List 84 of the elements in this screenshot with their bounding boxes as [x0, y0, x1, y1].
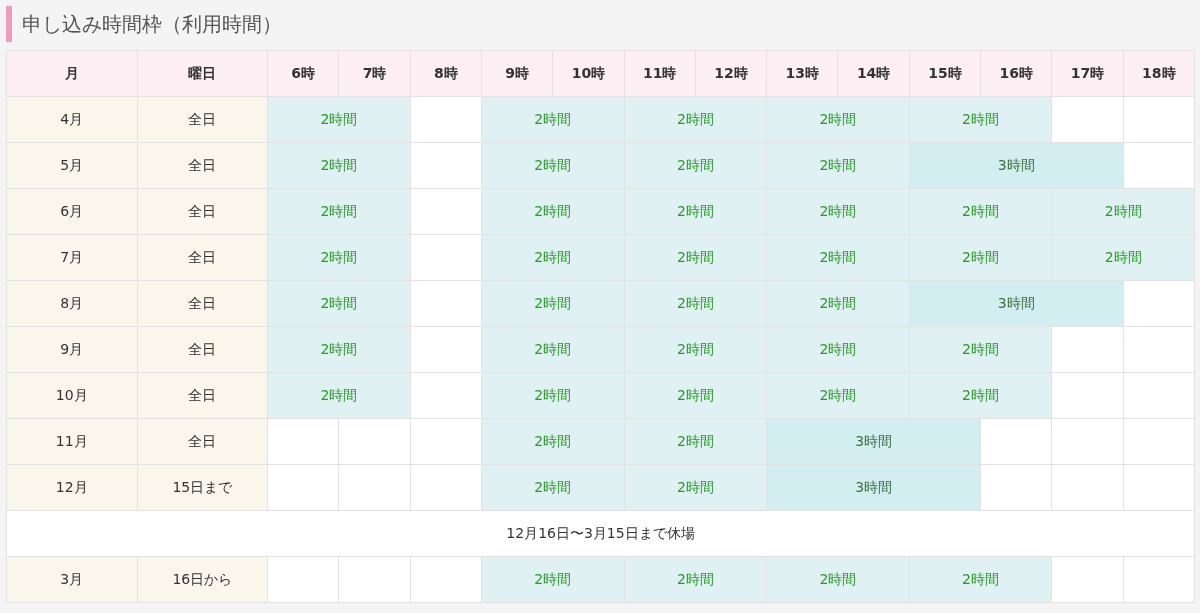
column-header: 曜日 [137, 50, 268, 97]
month-cell: 4月 [6, 96, 138, 143]
time-slot-cell: 2時間 [481, 326, 625, 373]
time-slot-cell: 2時間 [766, 96, 910, 143]
column-header: 16時 [980, 50, 1052, 97]
month-cell: 7月 [6, 234, 138, 281]
time-slot-cell: 2時間 [481, 234, 625, 281]
day-cell: 16日から [137, 556, 268, 603]
column-header: 13時 [766, 50, 838, 97]
time-slot-cell: 2時間 [909, 372, 1052, 419]
time-slot-cell: 2時間 [909, 326, 1052, 373]
time-slot-cell: 2時間 [481, 188, 625, 235]
time-slot-cell: 2時間 [1051, 188, 1195, 235]
day-cell: 全日 [137, 188, 268, 235]
time-slot-cell: 2時間 [624, 326, 767, 373]
column-header: 月 [6, 50, 138, 97]
column-header: 14時 [837, 50, 910, 97]
month-cell: 3月 [6, 556, 138, 603]
time-slot-cell: 3時間 [909, 280, 1124, 327]
time-slot-cell: 2時間 [624, 142, 767, 189]
time-slot-cell: 2時間 [624, 418, 767, 465]
column-header: 9時 [481, 50, 553, 97]
month-cell: 5月 [6, 142, 138, 189]
time-slot-cell: 2時間 [267, 142, 411, 189]
time-slot-cell: 2時間 [909, 188, 1052, 235]
time-slot-cell: 2時間 [909, 234, 1052, 281]
time-slot-cell: 2時間 [766, 556, 910, 603]
day-cell: 全日 [137, 280, 268, 327]
time-slot-cell: 2時間 [909, 96, 1052, 143]
time-slot-cell: 2時間 [624, 556, 767, 603]
time-slot-cell: 2時間 [624, 96, 767, 143]
day-cell: 全日 [137, 372, 268, 419]
column-header: 10時 [552, 50, 625, 97]
time-slot-cell: 2時間 [267, 234, 411, 281]
time-slot-cell: 2時間 [766, 326, 910, 373]
time-slot-cell: 2時間 [481, 142, 625, 189]
time-slot-cell: 2時間 [267, 188, 411, 235]
time-slot-cell: 2時間 [624, 372, 767, 419]
day-cell: 全日 [137, 96, 268, 143]
time-slot-cell: 2時間 [267, 372, 411, 419]
time-slot-cell: 2時間 [766, 280, 910, 327]
time-slot-cell: 2時間 [481, 556, 625, 603]
time-slot-cell: 2時間 [1051, 234, 1195, 281]
time-slot-cell: 3時間 [766, 418, 981, 465]
time-slot-cell: 2時間 [909, 556, 1052, 603]
column-header: 17時 [1051, 50, 1124, 97]
time-slot-cell: 3時間 [766, 464, 981, 511]
time-slot-cell: 2時間 [481, 96, 625, 143]
time-slot-cell: 2時間 [267, 326, 411, 373]
month-cell: 10月 [6, 372, 138, 419]
time-slot-cell: 2時間 [267, 280, 411, 327]
month-cell: 6月 [6, 188, 138, 235]
closed-notice-cell: 12月16日〜3月15日まで休場 [6, 510, 1195, 557]
day-cell: 15日まで [137, 464, 268, 511]
column-header: 6時 [267, 50, 339, 97]
column-header: 7時 [338, 50, 411, 97]
time-slot-cell: 3時間 [909, 142, 1124, 189]
time-slot-cell: 2時間 [481, 280, 625, 327]
time-slot-cell: 2時間 [624, 464, 767, 511]
day-cell: 全日 [137, 234, 268, 281]
month-cell: 12月 [6, 464, 138, 511]
day-cell: 全日 [137, 418, 268, 465]
column-header: 11時 [624, 50, 696, 97]
time-slot-cell: 2時間 [624, 188, 767, 235]
column-header: 15時 [909, 50, 981, 97]
section-title: 申し込み時間枠（利用時間） [6, 6, 1195, 42]
time-slot-cell: 2時間 [766, 234, 910, 281]
time-slot-cell: 2時間 [481, 464, 625, 511]
column-header: 8時 [410, 50, 482, 97]
time-slot-cell: 2時間 [766, 372, 910, 419]
time-slot-cell: 2時間 [481, 418, 625, 465]
time-slot-cell: 2時間 [766, 142, 910, 189]
time-slot-cell: 2時間 [267, 96, 411, 143]
time-slot-cell: 2時間 [766, 188, 910, 235]
column-header: 12時 [695, 50, 767, 97]
time-slot-cell: 2時間 [624, 280, 767, 327]
time-slot-cell: 2時間 [624, 234, 767, 281]
column-header: 18時 [1123, 50, 1195, 97]
time-slot-cell: 2時間 [481, 372, 625, 419]
month-cell: 11月 [6, 418, 138, 465]
day-cell: 全日 [137, 326, 268, 373]
month-cell: 8月 [6, 280, 138, 327]
month-cell: 9月 [6, 326, 138, 373]
day-cell: 全日 [137, 142, 268, 189]
